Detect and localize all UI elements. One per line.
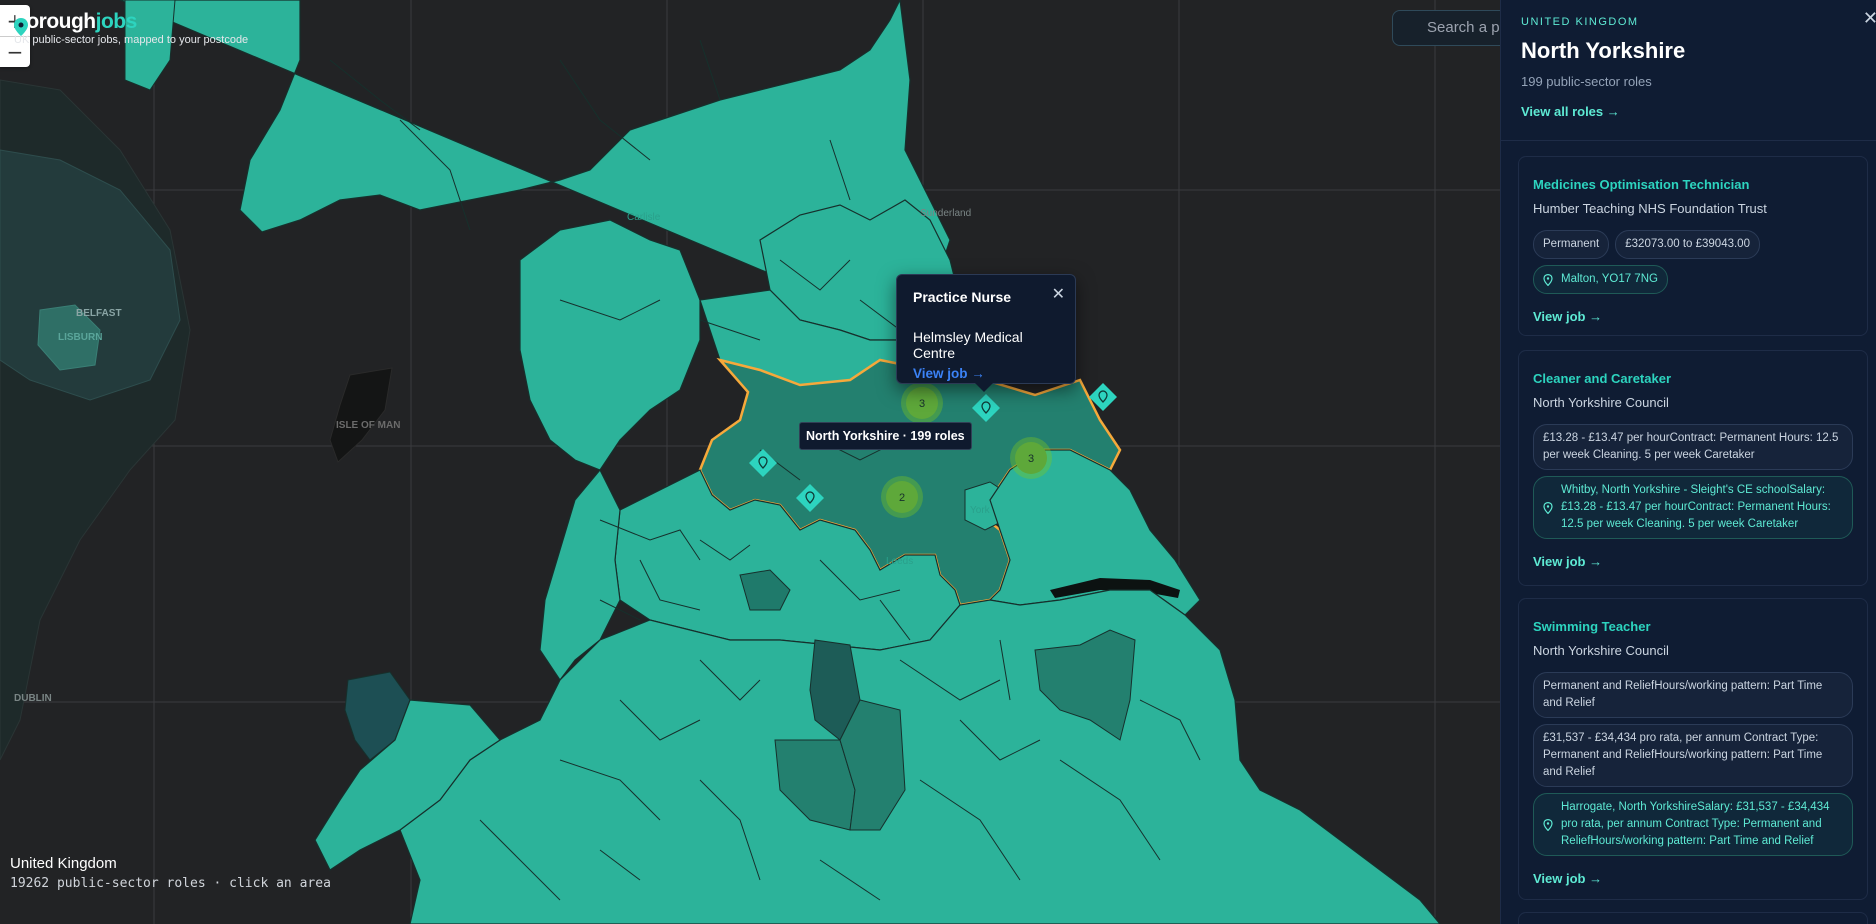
contract-chip: Permanent [1533, 230, 1610, 259]
job-title[interactable]: Medicines Optimisation Technician [1533, 177, 1853, 192]
popup-title: Practice Nurse [913, 289, 1012, 305]
belfast-label: BELFAST [76, 308, 122, 319]
brand-logo[interactable]: boroughjobs UK public-sector jobs, mappe… [14, 10, 248, 47]
view-job-link[interactable]: View job → [1533, 309, 1853, 324]
job-chips: Permanent and ReliefHours/working patter… [1533, 672, 1853, 856]
location-text: Malton, YO17 7NG [1561, 273, 1658, 285]
job-org: North Yorkshire Council [1533, 643, 1669, 658]
cumbria-region[interactable] [519, 219, 701, 471]
carlisle-label: Carlisle [627, 212, 661, 223]
location-chip: Harrogate, North YorkshireSalary: £31,53… [1533, 793, 1853, 856]
map-summary: United Kingdom 19262 public-sector roles… [10, 855, 331, 891]
job-card[interactable] [1518, 912, 1868, 924]
region-panel: UNITED KINGDOM ✕ North Yorkshire 199 pub… [1500, 0, 1876, 924]
job-title[interactable]: Swimming Teacher [1533, 619, 1853, 634]
panel-country: UNITED KINGDOM [1521, 16, 1639, 28]
location-pin-icon [1543, 818, 1553, 831]
location-pin-icon [1543, 501, 1553, 514]
salary-chip: £31,537 - £34,434 pro rata, per annum Co… [1533, 724, 1853, 787]
map-svg[interactable]: BELFAST LISBURN ISLE OF MAN DUBLIN Carli… [0, 0, 1500, 924]
dublin-label: DUBLIN [14, 693, 52, 704]
summary-subtitle: 19262 public-sector roles · click an are… [10, 876, 331, 891]
cluster-count: 3 [919, 398, 925, 410]
cluster-marker[interactable]: 3 [901, 382, 943, 424]
map-pin-logo-icon [14, 18, 28, 36]
sunderland-label: Sunderland [920, 208, 971, 219]
location-text: Harrogate, North YorkshireSalary: £31,53… [1561, 801, 1830, 847]
search-input[interactable]: Search a postcode [1392, 10, 1500, 46]
job-title[interactable]: Cleaner and Caretaker [1533, 371, 1853, 386]
lisburn-label: LISBURN [58, 332, 102, 343]
close-icon[interactable]: ✕ [1052, 284, 1065, 303]
view-job-link[interactable]: View job → [1533, 554, 1853, 569]
salary-chip: £13.28 - £13.47 per hourContract: Perman… [1533, 424, 1853, 470]
job-org: Humber Teaching NHS Foundation Trust [1533, 201, 1767, 216]
cluster-count: 3 [1028, 453, 1034, 465]
panel-region-title: North Yorkshire [1521, 38, 1686, 63]
salary-chip: £32073.00 to £39043.00 [1615, 230, 1760, 259]
map-canvas[interactable]: BELFAST LISBURN ISLE OF MAN DUBLIN Carli… [0, 0, 1500, 924]
popup-org: Helmsley Medical Centre [913, 329, 1023, 361]
job-org: North Yorkshire Council [1533, 395, 1669, 410]
popup-view-job-link[interactable]: View job → [913, 366, 1059, 381]
job-card[interactable]: Medicines Optimisation Technician Humber… [1518, 156, 1868, 336]
panel-header: UNITED KINGDOM ✕ North Yorkshire 199 pub… [1501, 0, 1876, 141]
region-tooltip: North Yorkshire · 199 roles [799, 422, 972, 450]
job-card[interactable]: Swimming Teacher North Yorkshire Council… [1518, 598, 1868, 900]
location-text: Whitby, North Yorkshire - Sleight's CE s… [1561, 484, 1831, 530]
job-card[interactable]: Cleaner and Caretaker North Yorkshire Co… [1518, 350, 1868, 586]
location-chip: Whitby, North Yorkshire - Sleight's CE s… [1533, 476, 1853, 539]
isle-of-man-label: ISLE OF MAN [336, 420, 400, 431]
contract-chip: Permanent and ReliefHours/working patter… [1533, 672, 1853, 718]
location-pin-icon [1543, 273, 1553, 286]
leeds-label: Leeds [886, 556, 913, 567]
cluster-marker[interactable]: 2 [881, 476, 923, 518]
brand-name: boroughjobs [14, 10, 137, 33]
cluster-marker[interactable]: 3 [1010, 437, 1052, 479]
location-chip: Malton, YO17 7NG [1533, 265, 1668, 294]
brand-tagline: UK public-sector jobs, mapped to your po… [14, 34, 249, 46]
job-popup: Practice Nurse ✕ Helmsley Medical Centre… [896, 274, 1076, 392]
view-job-link[interactable]: View job → [1533, 871, 1853, 886]
close-icon[interactable]: ✕ [1863, 8, 1876, 29]
isle-of-man [329, 367, 393, 463]
view-all-roles-link[interactable]: View all roles → [1521, 104, 1856, 119]
summary-title: United Kingdom [10, 855, 117, 872]
panel-role-count: 199 public-sector roles [1521, 74, 1652, 89]
job-chips: Permanent £32073.00 to £39043.00 Malton,… [1533, 230, 1853, 294]
york-label: York [970, 505, 991, 516]
cluster-count: 2 [899, 492, 905, 504]
job-chips: £13.28 - £13.47 per hourContract: Perman… [1533, 424, 1853, 539]
